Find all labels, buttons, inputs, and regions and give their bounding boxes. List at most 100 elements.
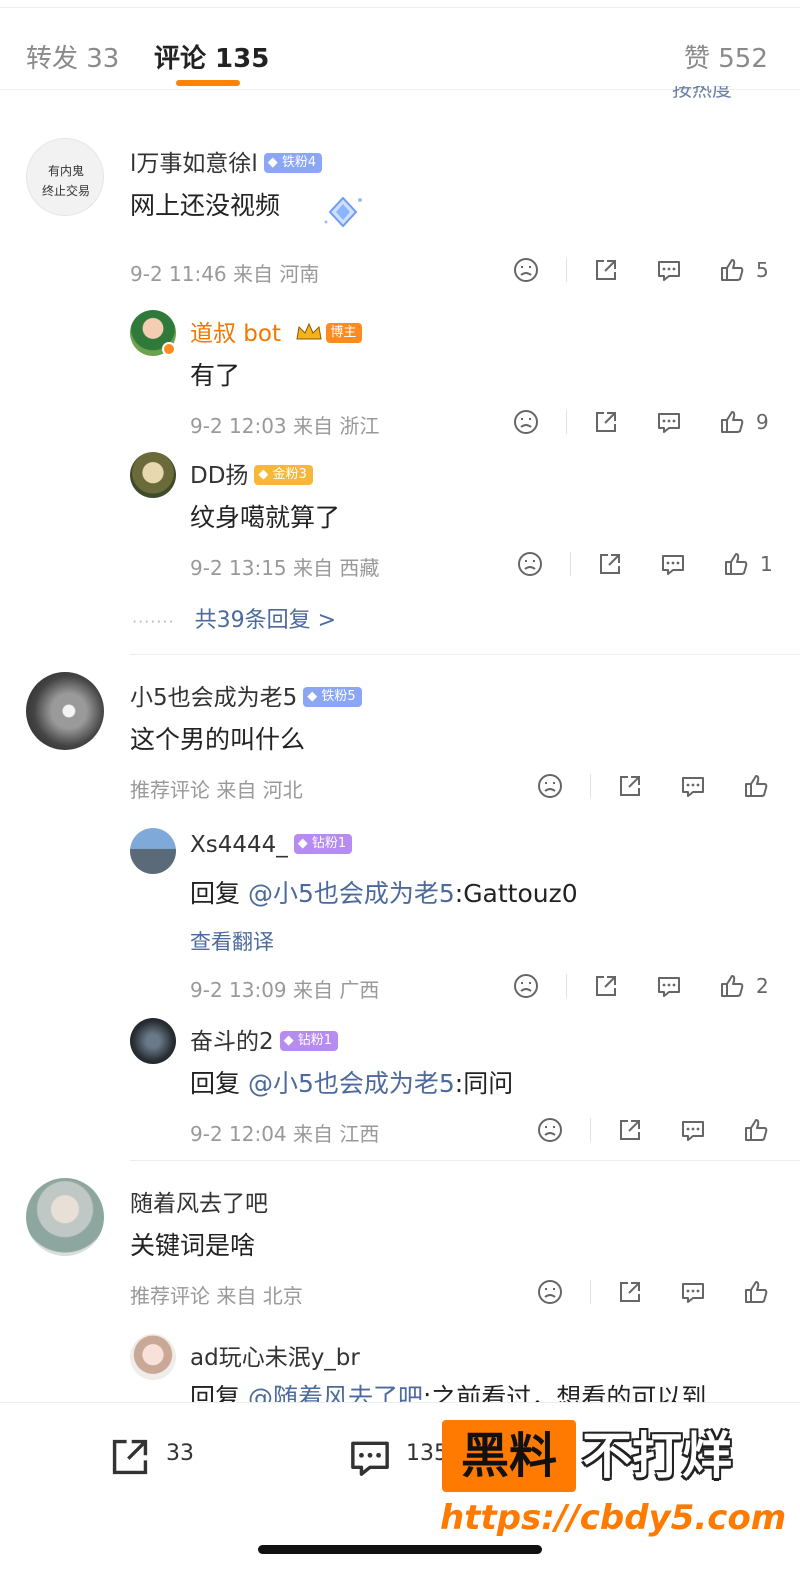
dislike-icon[interactable]: [512, 256, 540, 284]
author-name: 奋斗的2: [190, 1029, 274, 1055]
avatar[interactable]: [26, 672, 104, 750]
comment-text: 这个男的叫什么: [130, 725, 306, 754]
like-icon[interactable]: [718, 408, 746, 436]
action-divider: [566, 258, 567, 282]
tab-comments[interactable]: 评论 135: [154, 38, 269, 75]
mention-link[interactable]: @小5也会成为老5: [248, 1069, 455, 1098]
watermark-url: https://cbdy5.com: [440, 1498, 787, 1538]
badge-label: 铁粉5: [321, 688, 356, 704]
comment-actions: [536, 772, 800, 802]
reply-author[interactable]: Xs4444_ ◆ 钻粉1: [190, 832, 353, 858]
share-icon[interactable]: [592, 408, 620, 436]
dislike-icon[interactable]: [536, 1278, 564, 1306]
avatar-text-line: 终止交易: [41, 184, 90, 198]
avatar-text-line: 有内鬼: [47, 164, 84, 178]
reply-meta: 9-2 12:03 来自 浙江: [190, 414, 380, 438]
avatar[interactable]: [130, 1334, 176, 1380]
comment-author[interactable]: l万事如意徐l ◆ 铁粉4: [130, 144, 323, 178]
host-badge: 博主: [326, 322, 363, 343]
translate-link[interactable]: 查看翻译: [190, 926, 274, 956]
reply-icon[interactable]: [659, 550, 687, 578]
mention-link[interactable]: @小5也会成为老5: [248, 879, 455, 908]
dislike-icon[interactable]: [512, 408, 540, 436]
avatar[interactable]: [130, 1018, 176, 1064]
repost-count: 33: [166, 1441, 194, 1466]
share-icon[interactable]: [592, 256, 620, 284]
badge-label: 金粉3: [272, 466, 307, 482]
crown-icon: [296, 322, 322, 339]
repost-button[interactable]: 33: [106, 1433, 194, 1485]
verified-badge-icon: [162, 342, 176, 356]
reply-icon[interactable]: [679, 1116, 707, 1144]
dislike-icon[interactable]: [516, 550, 544, 578]
fan-badge: ◆ 铁粉5: [303, 686, 362, 707]
like-icon[interactable]: [722, 550, 750, 578]
comment-actions: [536, 1278, 800, 1308]
reply-author[interactable]: 道叔 bot 博主: [190, 314, 363, 348]
action-divider: [590, 1118, 591, 1142]
like-icon[interactable]: [718, 256, 746, 284]
fan-badge: ◆ 钻粉1: [279, 1030, 339, 1051]
like-icon[interactable]: [742, 772, 770, 800]
more-replies-link[interactable]: ······· 共39条回复 >: [132, 602, 336, 634]
comment-author[interactable]: 随着风去了吧: [130, 1184, 268, 1218]
reply-actions: [536, 1116, 800, 1146]
avatar[interactable]: [130, 828, 176, 874]
more-replies-label: 共39条回复 >: [194, 608, 337, 633]
avatar[interactable]: [130, 452, 176, 498]
comment-icon: [351, 1441, 389, 1476]
author-name: l万事如意徐l: [130, 151, 258, 177]
comment-author[interactable]: 小5也会成为老5 ◆ 铁粉5: [130, 678, 362, 712]
reply-prefix: 回复: [190, 1069, 248, 1098]
action-divider: [566, 974, 567, 998]
watermark-box: 黑料: [442, 1420, 576, 1492]
comment-meta: 9-2 11:46 来自 河南: [130, 262, 320, 286]
active-tab-indicator: [176, 80, 240, 86]
avatar[interactable]: 有内鬼 终止交易: [26, 138, 104, 216]
reply-text: 有了: [190, 361, 241, 390]
dislike-icon[interactable]: [536, 1116, 564, 1144]
reply-icon[interactable]: [679, 772, 707, 800]
action-divider: [570, 552, 571, 576]
reply-actions: 1: [516, 550, 800, 580]
dislike-icon[interactable]: [536, 772, 564, 800]
tab-likes[interactable]: 赞 552: [684, 38, 768, 75]
sort-toggle[interactable]: 按热度: [672, 86, 772, 98]
reply-actions: 2: [512, 972, 800, 1002]
reply-author[interactable]: DD扬 ◆ 金粉3: [190, 456, 313, 490]
share-icon[interactable]: [616, 1116, 644, 1144]
like-count: 9: [756, 410, 769, 434]
author-name: 小5也会成为老5: [130, 685, 298, 711]
like-icon[interactable]: [718, 972, 746, 1000]
reply-icon[interactable]: [655, 256, 683, 284]
action-divider: [590, 1280, 591, 1304]
reply-icon[interactable]: [655, 408, 683, 436]
share-icon[interactable]: [616, 1278, 644, 1306]
reply-icon[interactable]: [679, 1278, 707, 1306]
reply-meta: 9-2 12:04 来自 江西: [190, 1122, 380, 1146]
share-icon[interactable]: [616, 772, 644, 800]
like-count: 1: [760, 552, 773, 576]
reply-meta: 9-2 13:09 来自 广西: [190, 978, 380, 1002]
tab-repost[interactable]: 转发 33: [26, 38, 119, 75]
like-icon[interactable]: [742, 1116, 770, 1144]
comment-divider: [130, 1160, 800, 1161]
reply-author[interactable]: 奋斗的2 ◆ 钻粉1: [190, 1022, 339, 1056]
reply-author[interactable]: ad玩心未泯y_br: [190, 1338, 360, 1372]
tab-bar: 转发 33 评论 135 赞 552 按热度: [0, 8, 800, 98]
comment-text: 关键词是啥: [130, 1231, 256, 1260]
action-divider: [566, 410, 567, 434]
comment-button[interactable]: 135: [346, 1433, 448, 1485]
status-bar-remnant: [0, 0, 800, 8]
reply-icon[interactable]: [655, 972, 683, 1000]
share-icon[interactable]: [596, 550, 624, 578]
share-icon[interactable]: [592, 972, 620, 1000]
badge-label: 钻粉1: [311, 835, 347, 851]
avatar[interactable]: [26, 1178, 104, 1256]
like-icon[interactable]: [742, 1278, 770, 1306]
reply-body: :Gattouz0: [454, 879, 578, 908]
dislike-icon[interactable]: [512, 972, 540, 1000]
reply-text: 回复 @小5也会成为老5:同问: [190, 1064, 513, 1100]
like-count: 5: [756, 258, 769, 282]
like-count: 2: [756, 974, 769, 998]
